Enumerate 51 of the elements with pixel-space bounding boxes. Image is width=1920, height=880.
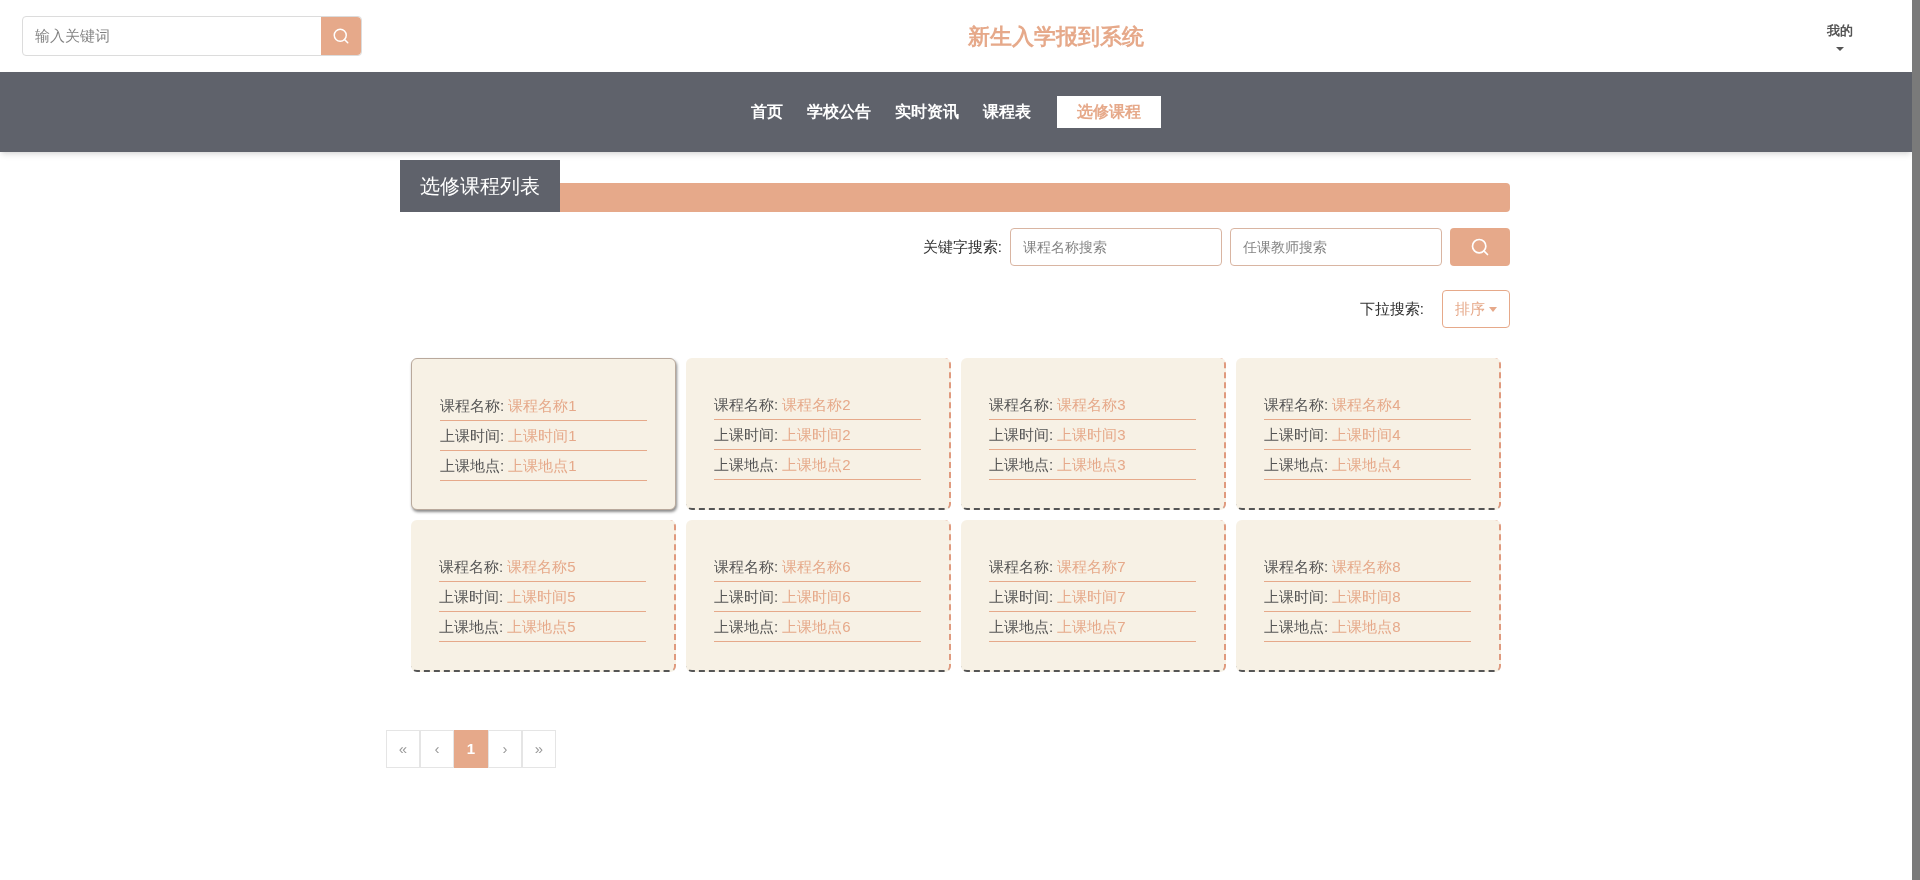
search-icon <box>1470 237 1490 257</box>
course-field: 上课时间: 上课时间1 <box>440 421 647 451</box>
course-card[interactable]: 课程名称: 课程名称5 上课时间: 上课时间5 上课地点: 上课地点5 <box>411 520 676 672</box>
teacher-field[interactable]: 任课教师搜索 <box>1230 228 1442 266</box>
course-field: 上课地点: 上课地点6 <box>714 612 921 642</box>
user-menu[interactable]: 我的 <box>1810 21 1870 51</box>
course-field: 上课时间: 上课时间6 <box>714 582 921 612</box>
course-card[interactable]: 课程名称: 课程名称2 上课时间: 上课时间2 上课地点: 上课地点2 <box>686 358 951 510</box>
caret-icon <box>1836 46 1844 51</box>
course-card[interactable]: 课程名称: 课程名称8 上课时间: 上课时间8 上课地点: 上课地点8 <box>1236 520 1501 672</box>
course-field: 课程名称: 课程名称4 <box>1264 390 1471 420</box>
course-field: 上课时间: 上课时间8 <box>1264 582 1471 612</box>
caret-icon <box>1489 306 1497 312</box>
course-card[interactable]: 课程名称: 课程名称4 上课时间: 上课时间4 上课地点: 上课地点4 <box>1236 358 1501 510</box>
course-card[interactable]: 课程名称: 课程名称1 上课时间: 上课时间1 上课地点: 上课地点1 <box>411 358 676 510</box>
course-field: 课程名称: 课程名称1 <box>440 391 647 421</box>
course-name-field[interactable]: 课程名称搜索 <box>1010 228 1222 266</box>
search-icon <box>332 27 350 45</box>
course-field: 上课时间: 上课时间2 <box>714 420 921 450</box>
course-field: 上课地点: 上课地点8 <box>1264 612 1471 642</box>
course-card[interactable]: 课程名称: 课程名称3 上课时间: 上课时间3 上课地点: 上课地点3 <box>961 358 1226 510</box>
course-field: 上课地点: 上课地点7 <box>989 612 1196 642</box>
nav-tab[interactable]: 实时资讯 <box>895 100 959 124</box>
course-field: 课程名称: 课程名称3 <box>989 390 1196 420</box>
course-field: 课程名称: 课程名称5 <box>439 552 646 582</box>
course-field: 课程名称: 课程名称7 <box>989 552 1196 582</box>
section-title: 选修课程列表 <box>400 160 560 212</box>
course-field: 上课地点: 上课地点4 <box>1264 450 1471 480</box>
course-field: 上课地点: 上课地点1 <box>440 451 647 481</box>
nav-tab[interactable]: 首页 <box>751 100 783 124</box>
search-button[interactable] <box>1450 228 1510 266</box>
keyword-label: 关键字搜索: <box>922 236 1002 257</box>
course-field: 上课时间: 上课时间3 <box>989 420 1196 450</box>
dropdown-label: 下拉搜索: <box>1359 298 1424 319</box>
course-field: 上课地点: 上课地点3 <box>989 450 1196 480</box>
search-input[interactable]: 输入关键词 <box>23 17 321 55</box>
nav-tab[interactable]: 学校公告 <box>807 100 871 124</box>
search-field[interactable]: 输入关键词 <box>22 16 362 56</box>
course-field: 课程名称: 课程名称8 <box>1264 552 1471 582</box>
course-field: 上课时间: 上课时间7 <box>989 582 1196 612</box>
nav-tab[interactable]: 课程表 <box>983 100 1031 124</box>
course-field: 上课地点: 上课地点2 <box>714 450 921 480</box>
course-card[interactable]: 课程名称: 课程名称7 上课时间: 上课时间7 上课地点: 上课地点7 <box>961 520 1226 672</box>
course-field: 上课地点: 上课地点5 <box>439 612 646 642</box>
search-button[interactable] <box>321 17 361 55</box>
course-field: 课程名称: 课程名称2 <box>714 390 921 420</box>
course-field: 上课时间: 上课时间5 <box>439 582 646 612</box>
site-title: 新生入学报到系统 <box>968 22 1144 51</box>
course-card[interactable]: 课程名称: 课程名称6 上课时间: 上课时间6 上课地点: 上课地点6 <box>686 520 951 672</box>
course-field: 上课时间: 上课时间4 <box>1264 420 1471 450</box>
course-field: 课程名称: 课程名称6 <box>714 552 921 582</box>
